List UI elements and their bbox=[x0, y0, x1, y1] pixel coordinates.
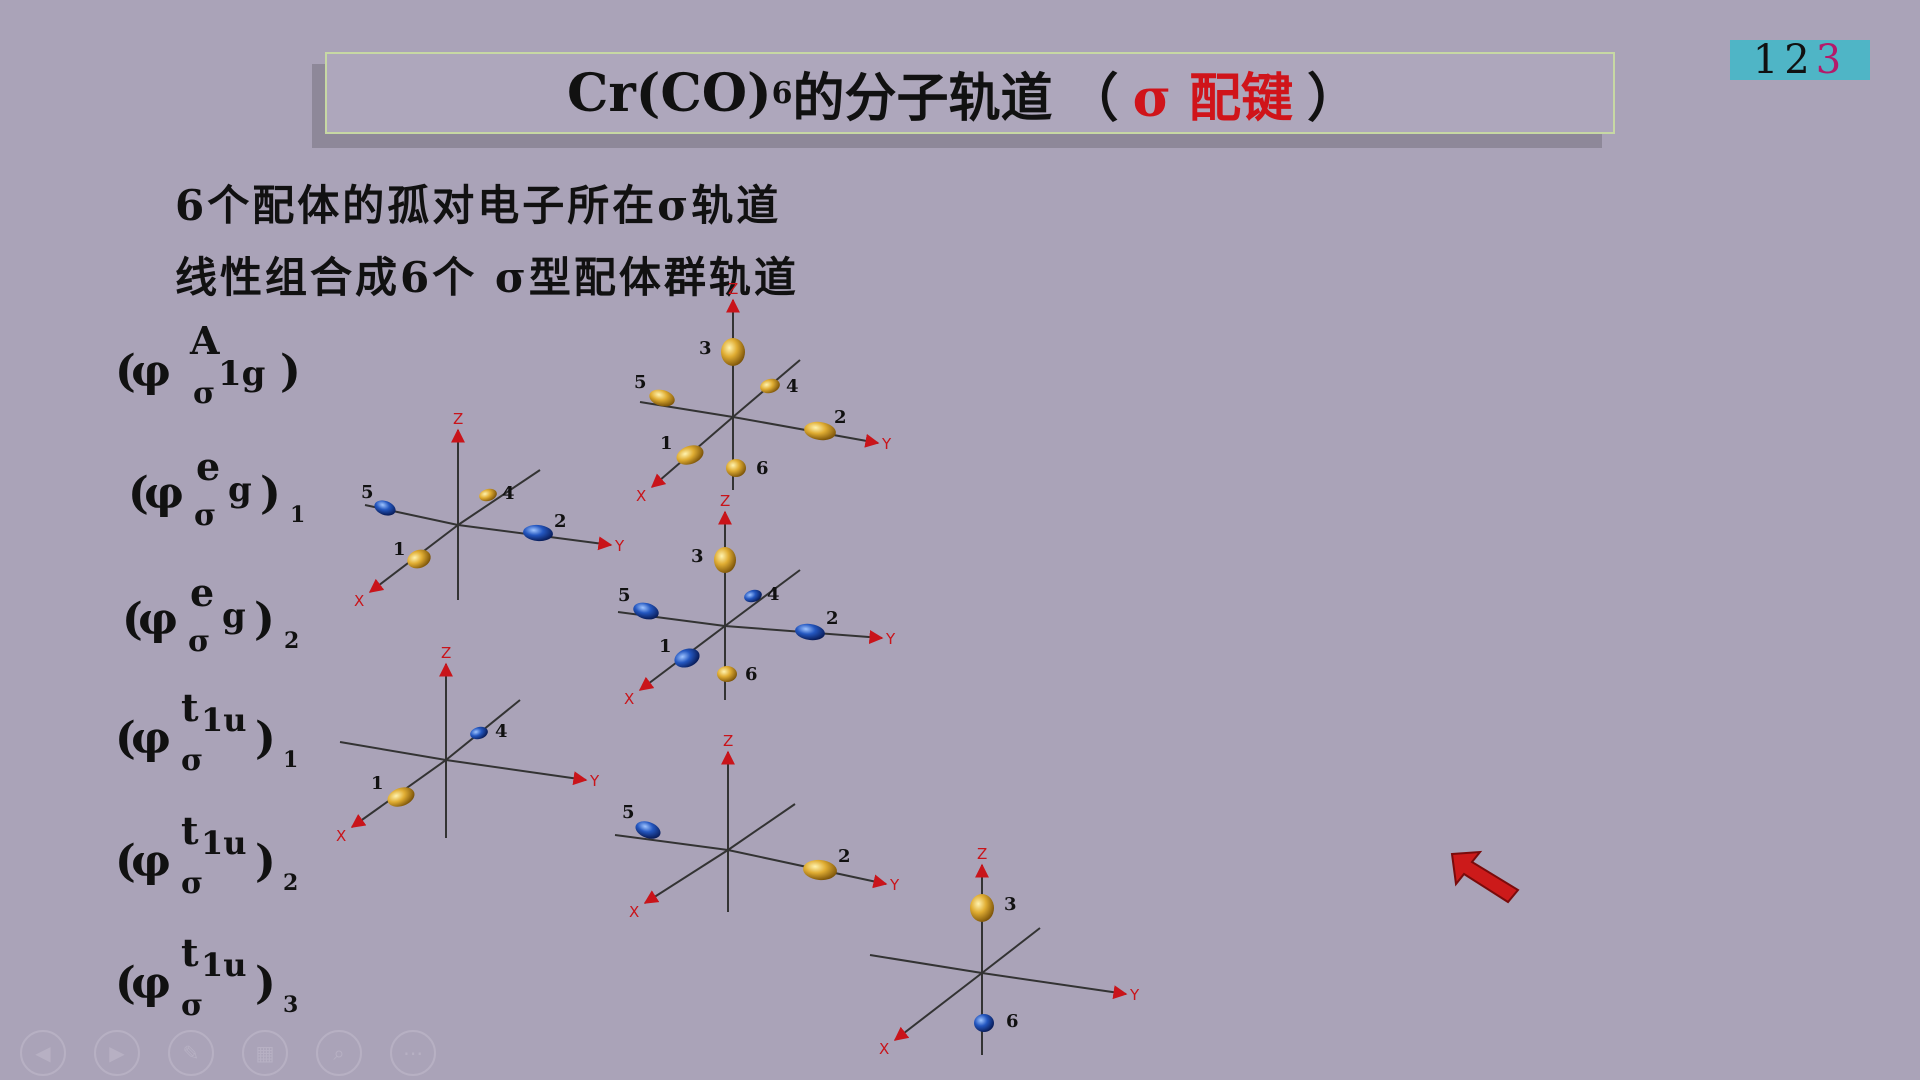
pointer-arrow-icon bbox=[1450, 850, 1522, 910]
y-axis-label: Y bbox=[1129, 986, 1140, 1004]
lobe-number-5: 5 bbox=[618, 585, 631, 606]
y-axis-label: Y bbox=[885, 630, 896, 648]
x-axis-label: X bbox=[336, 827, 346, 845]
orbital-diagrams: Z Y X 3 5 4 2 1 6 Z Y X 5 4 2 1 Z Y X 3 5 4 2 1 6 Z Y X 4 1 Z Y X 5 2 Z Y X 3 6 bbox=[336, 280, 1140, 1058]
lobe-number-5: 5 bbox=[622, 802, 635, 823]
x-axis-label: X bbox=[879, 1040, 889, 1058]
more-icon[interactable]: ⋯ bbox=[390, 1030, 436, 1076]
y-axis-label: Y bbox=[589, 772, 600, 790]
ligand-lobe-5 bbox=[649, 389, 675, 407]
back-icon[interactable]: ◀ bbox=[20, 1030, 66, 1076]
x-axis-back bbox=[457, 469, 541, 526]
y-axis-arrow bbox=[981, 972, 1128, 1000]
x-axis-back bbox=[724, 569, 801, 627]
x-axis-back bbox=[727, 803, 796, 851]
slide: Cr(CO) 6 的分子轨道（σ 配键） 1 2 3 6个配体的孤对电子所在σ轨道 … bbox=[0, 0, 1920, 1080]
play-icon[interactable]: ▶ bbox=[94, 1030, 140, 1076]
y-axis-back bbox=[639, 401, 734, 418]
lobe-number-5: 5 bbox=[634, 372, 647, 393]
lobe-number-1: 1 bbox=[660, 433, 673, 454]
z-axis-label: Z bbox=[453, 410, 463, 428]
lobe-number-2: 2 bbox=[834, 407, 847, 428]
lobe-number-3: 3 bbox=[691, 546, 704, 567]
y-axis-back bbox=[869, 954, 983, 974]
zoom-icon[interactable]: ⌕ bbox=[316, 1030, 362, 1076]
lobe-number-6: 6 bbox=[756, 458, 769, 479]
ligand-lobe-5 bbox=[633, 602, 659, 620]
lobe-number-4: 4 bbox=[767, 584, 780, 605]
z-axis-label: Z bbox=[720, 492, 730, 510]
orbital-diagram-6: Z Y X 3 6 bbox=[869, 845, 1140, 1058]
z-axis-label: Z bbox=[977, 845, 987, 863]
lobe-number-1: 1 bbox=[371, 773, 384, 794]
ligand-lobe-1 bbox=[674, 648, 700, 668]
ligand-lobe-6 bbox=[974, 1014, 994, 1032]
presentation-toolbar: ◀ ▶ ✎ ▦ ⌕ ⋯ bbox=[20, 1030, 436, 1076]
lobe-number-4: 4 bbox=[786, 376, 799, 397]
lobe-number-4: 4 bbox=[495, 721, 508, 742]
lobe-number-6: 6 bbox=[1006, 1011, 1019, 1032]
z-axis-label: Z bbox=[441, 644, 451, 662]
lobe-number-2: 2 bbox=[554, 511, 567, 532]
x-axis-arrow bbox=[643, 849, 729, 904]
ligand-lobe-2 bbox=[804, 421, 836, 441]
orbital-diagram-1: Z Y X 3 5 4 2 1 6 bbox=[634, 280, 892, 505]
y-axis-back bbox=[339, 741, 447, 761]
lobe-number-2: 2 bbox=[826, 608, 839, 629]
ligand-lobe-2 bbox=[523, 524, 553, 542]
lobe-number-5: 5 bbox=[361, 482, 374, 503]
lobe-number-1: 1 bbox=[659, 636, 672, 657]
slides-icon[interactable]: ▦ bbox=[242, 1030, 288, 1076]
y-axis-label: Y bbox=[614, 537, 625, 555]
lobe-number-6: 6 bbox=[745, 664, 758, 685]
x-axis-arrow bbox=[893, 972, 983, 1041]
z-axis-label: Z bbox=[723, 732, 733, 750]
orbital-diagram-5: Z Y X 5 2 bbox=[614, 732, 900, 921]
lobe-number-3: 3 bbox=[1004, 894, 1017, 915]
y-axis-label: Y bbox=[889, 876, 900, 894]
y-axis-label: Y bbox=[881, 435, 892, 453]
ligand-lobe-3 bbox=[970, 894, 994, 922]
ligand-lobe-6 bbox=[717, 666, 737, 682]
lobe-number-2: 2 bbox=[838, 846, 851, 867]
z-axis-label: Z bbox=[728, 280, 738, 298]
x-axis-label: X bbox=[354, 592, 364, 610]
ligand-lobe-1 bbox=[407, 549, 431, 569]
ligand-lobe-3 bbox=[721, 338, 745, 366]
orbital-diagram-3: Z Y X 3 5 4 2 1 6 bbox=[617, 492, 896, 708]
ligand-lobe-2 bbox=[795, 623, 825, 641]
x-axis-label: X bbox=[624, 690, 634, 708]
lobe-number-1: 1 bbox=[393, 539, 406, 560]
ligand-lobe-4 bbox=[744, 589, 762, 603]
ligand-lobe-1 bbox=[387, 787, 415, 807]
ligand-lobe-6 bbox=[726, 459, 746, 477]
pen-icon[interactable]: ✎ bbox=[168, 1030, 214, 1076]
x-axis-label: X bbox=[636, 487, 646, 505]
ligand-lobe-5 bbox=[374, 500, 396, 516]
y-axis-arrow bbox=[445, 759, 588, 786]
y-axis-back bbox=[617, 611, 726, 627]
orbital-diagram-2: Z Y X 5 4 2 1 bbox=[354, 410, 625, 610]
y-axis-back bbox=[614, 834, 729, 851]
ligand-lobe-3 bbox=[714, 547, 736, 573]
x-axis-back bbox=[981, 927, 1041, 974]
lobe-number-4: 4 bbox=[502, 483, 515, 504]
x-axis-label: X bbox=[629, 903, 639, 921]
lobe-number-3: 3 bbox=[699, 338, 712, 359]
ligand-lobe-2 bbox=[803, 859, 837, 881]
orbital-diagram-4: Z Y X 4 1 bbox=[336, 644, 600, 845]
